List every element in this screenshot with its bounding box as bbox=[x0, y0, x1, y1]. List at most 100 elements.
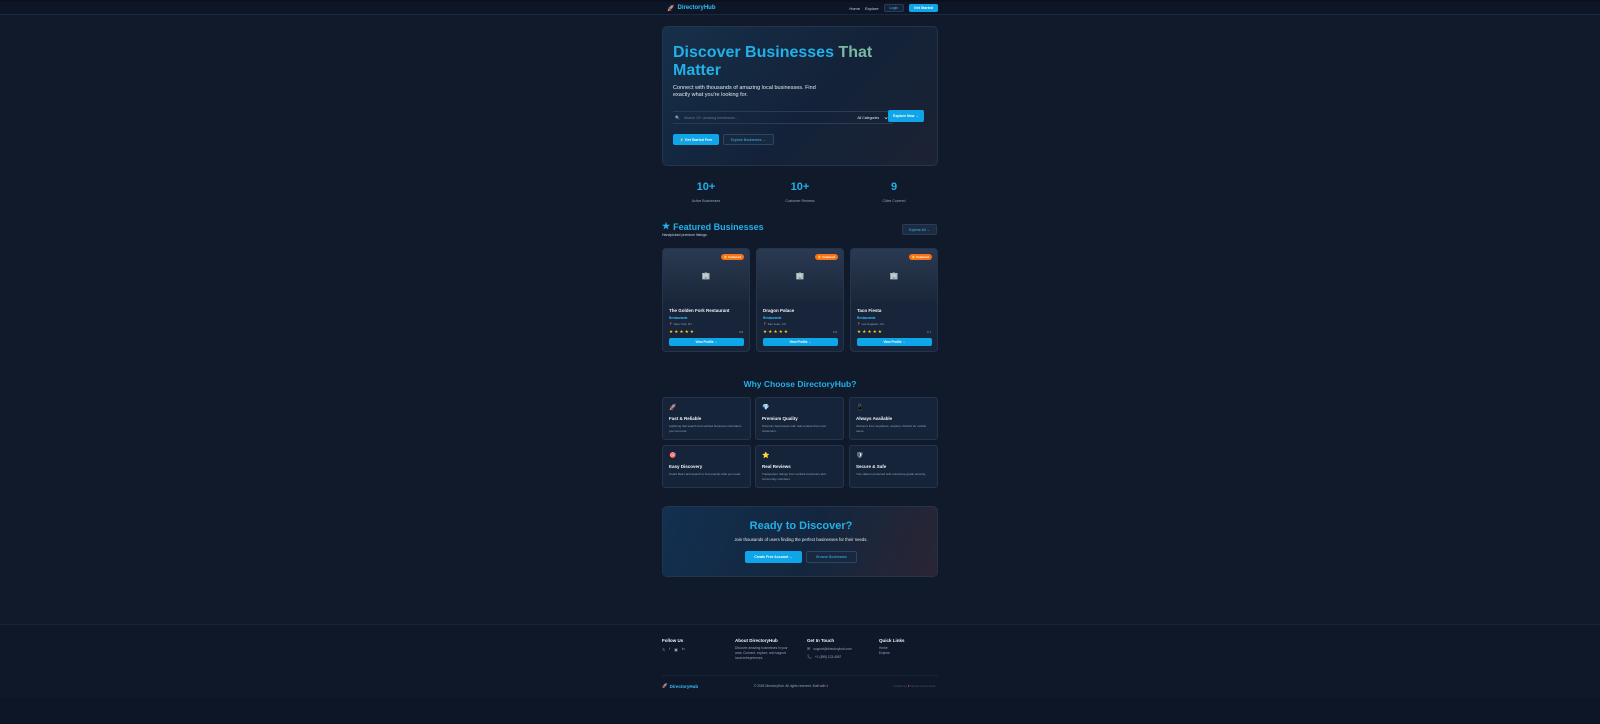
explore-now-button[interactable]: Explore Now → bbox=[888, 110, 924, 122]
footer-about-column: About DirectoryHub Discover amazing busi… bbox=[735, 638, 793, 661]
star-icon: ⭐ bbox=[762, 453, 770, 459]
stat-label: Cities Covered bbox=[882, 199, 906, 203]
star-rating: ★★★★★ bbox=[669, 329, 696, 334]
view-profile-button[interactable]: View Profile → bbox=[669, 338, 744, 346]
business-image: 🏢 ⭐ Featured bbox=[757, 249, 843, 302]
bottom-bar bbox=[0, 698, 1600, 724]
star-rating: ★★★★★ bbox=[763, 329, 790, 334]
feature-title: Easy Discovery bbox=[669, 464, 703, 469]
stat-cities-covered: 9 Cities Covered bbox=[848, 181, 940, 203]
stat-customer-reviews: 10+ Customer Reviews bbox=[754, 181, 846, 203]
facebook-icon[interactable]: f bbox=[669, 647, 670, 652]
stat-number: 9 bbox=[890, 181, 898, 193]
hero-section: Discover Businesses That Matter Connect w… bbox=[662, 26, 938, 166]
instagram-icon[interactable]: ▣ bbox=[674, 647, 678, 652]
feature-title: Premium Quality bbox=[762, 416, 798, 421]
featured-badge: ⭐ Featured bbox=[908, 254, 932, 260]
star-icon: ★ bbox=[662, 221, 671, 231]
phone-icon: 📞 bbox=[807, 654, 812, 659]
footer-logo[interactable]: 🚀 DirectoryHub bbox=[662, 683, 698, 689]
logo[interactable]: 🚀 DirectoryHub bbox=[662, 5, 716, 12]
feature-card: 📱 Always Available Access it from anywhe… bbox=[849, 397, 938, 440]
linkedin-icon[interactable]: in bbox=[682, 647, 685, 652]
heart-icon: ♥ bbox=[826, 684, 829, 688]
twitter-icon[interactable]: 𝕏 bbox=[662, 647, 665, 652]
hero-title: Discover Businesses That Matter bbox=[673, 44, 873, 79]
login-button[interactable]: Login bbox=[883, 4, 905, 12]
cta-title: Ready to Discover? bbox=[749, 520, 853, 532]
feature-description: Lightning fast search and verified busin… bbox=[669, 424, 742, 433]
credit-text: Crafted by ♥ DirectoryHub Team bbox=[893, 684, 936, 688]
business-image: 🏢 ⭐ Featured bbox=[663, 249, 749, 302]
feature-card: 🎯 Easy Discovery Smart filters and searc… bbox=[662, 445, 751, 488]
rocket-icon: 🚀 bbox=[669, 405, 677, 411]
business-category: Restaurants bbox=[669, 316, 688, 320]
mail-icon: ✉ bbox=[807, 646, 811, 651]
business-card[interactable]: 🏢 ⭐ Featured Taco Fiesta Restaurants 📍 L… bbox=[850, 248, 938, 352]
contact-email[interactable]: ✉ support@directoryhub.com bbox=[807, 646, 852, 651]
rocket-icon: 🚀 bbox=[667, 5, 675, 12]
building-icon: 🏢 bbox=[701, 272, 711, 280]
explore-all-button[interactable]: Explore All → bbox=[902, 224, 937, 235]
feature-card: 🛡 Secure & Safe Your data is protected w… bbox=[849, 445, 938, 488]
search-input[interactable] bbox=[684, 115, 858, 120]
feature-title: Fast & Reliable bbox=[669, 416, 702, 421]
mobile-icon: 📱 bbox=[856, 405, 864, 411]
footer-link-explore[interactable]: Explore bbox=[879, 651, 905, 656]
cta-section: Ready to Discover? Join thousands of use… bbox=[662, 506, 938, 577]
featured-badge: ⭐ Featured bbox=[720, 254, 744, 260]
footer-contact-column: Get In Touch ✉ support@directoryhub.com … bbox=[807, 638, 852, 659]
feature-description: Premium businesses with real reviews fro… bbox=[762, 424, 826, 433]
feature-title: Real Reviews bbox=[762, 464, 791, 469]
logo-text: DirectoryHub bbox=[677, 5, 716, 11]
get-started-free-button[interactable]: ⚡ Get Started Free bbox=[673, 134, 719, 145]
copyright-text: © 2025 DirectoryHub. All rights reserved… bbox=[754, 684, 829, 688]
category-select[interactable]: All Categories ⌄ bbox=[857, 114, 889, 121]
business-card[interactable]: 🏢 ⭐ Featured The Golden Fork Restaurant … bbox=[662, 248, 750, 352]
feature-card: 💎 Premium Quality Premium businesses wit… bbox=[755, 397, 844, 440]
business-location: 📍 New York, NY bbox=[669, 322, 693, 326]
stat-number: 10+ bbox=[696, 181, 716, 193]
search-icon: 🔍 bbox=[675, 115, 680, 120]
nav-home-link[interactable]: Home bbox=[849, 6, 860, 11]
stat-active-businesses: 10+ Active Businesses bbox=[660, 181, 752, 203]
rating-value: 4.8 bbox=[738, 330, 743, 334]
footer-heading: Follow Us bbox=[662, 638, 684, 643]
feature-card: ⭐ Real Reviews Transparent ratings from … bbox=[755, 445, 844, 488]
create-account-button[interactable]: Create Free Account → bbox=[745, 551, 802, 563]
feature-description: Transparent ratings from verified custom… bbox=[762, 472, 826, 481]
nav-explore-link[interactable]: Explore bbox=[865, 6, 879, 11]
business-name: Dragon Palace bbox=[763, 308, 795, 313]
business-name: The Golden Fork Restaurant bbox=[669, 308, 730, 313]
feature-description: Smart filters and search to find exactly… bbox=[669, 472, 742, 476]
feature-description: Access it from anywhere, anytime. Perfec… bbox=[856, 424, 927, 433]
contact-phone[interactable]: 📞 +1 (555) 123-4567 bbox=[807, 654, 852, 659]
gem-icon: 💎 bbox=[762, 405, 770, 411]
footer-about-text: Discover amazing businesses in your area… bbox=[735, 646, 788, 660]
stat-label: Active Businesses bbox=[691, 199, 721, 203]
business-location: 📍 San Jose, CA bbox=[763, 322, 786, 326]
footer-heading: Get In Touch bbox=[807, 638, 835, 643]
explore-businesses-button[interactable]: Explore Businesses → bbox=[723, 134, 774, 145]
featured-badge: ⭐ Featured bbox=[814, 254, 838, 260]
target-icon: 🎯 bbox=[669, 453, 677, 459]
business-card[interactable]: 🏢 ⭐ Featured Dragon Palace Restaurants 📍… bbox=[756, 248, 844, 352]
view-profile-button[interactable]: View Profile → bbox=[857, 338, 932, 346]
nav-links: Home Explore Login Get Started bbox=[849, 4, 938, 12]
view-profile-button[interactable]: View Profile → bbox=[763, 338, 838, 346]
stat-number: 10+ bbox=[790, 181, 810, 193]
business-category: Restaurants bbox=[857, 316, 876, 320]
feature-title: Secure & Safe bbox=[856, 464, 887, 469]
featured-subtitle: Handpicked premium listings bbox=[662, 233, 707, 237]
why-choose-title: Why Choose DirectoryHub? bbox=[743, 379, 857, 389]
footer-heading: About DirectoryHub bbox=[735, 638, 778, 643]
navbar: 🚀 DirectoryHub Home Explore Login Get St… bbox=[662, 2, 938, 14]
business-image: 🏢 ⭐ Featured bbox=[851, 249, 937, 302]
hero-subtitle: Connect with thousands of amazing local … bbox=[673, 85, 816, 98]
building-icon: 🏢 bbox=[889, 272, 899, 280]
browse-businesses-button[interactable]: Browse Businesses bbox=[806, 551, 857, 563]
social-links: 𝕏 f ▣ in bbox=[662, 647, 685, 652]
get-started-button[interactable]: Get Started bbox=[909, 4, 938, 12]
footer-follow-column: Follow Us 𝕏 f ▣ in bbox=[662, 638, 685, 652]
footer-heading: Quick Links bbox=[879, 638, 905, 643]
